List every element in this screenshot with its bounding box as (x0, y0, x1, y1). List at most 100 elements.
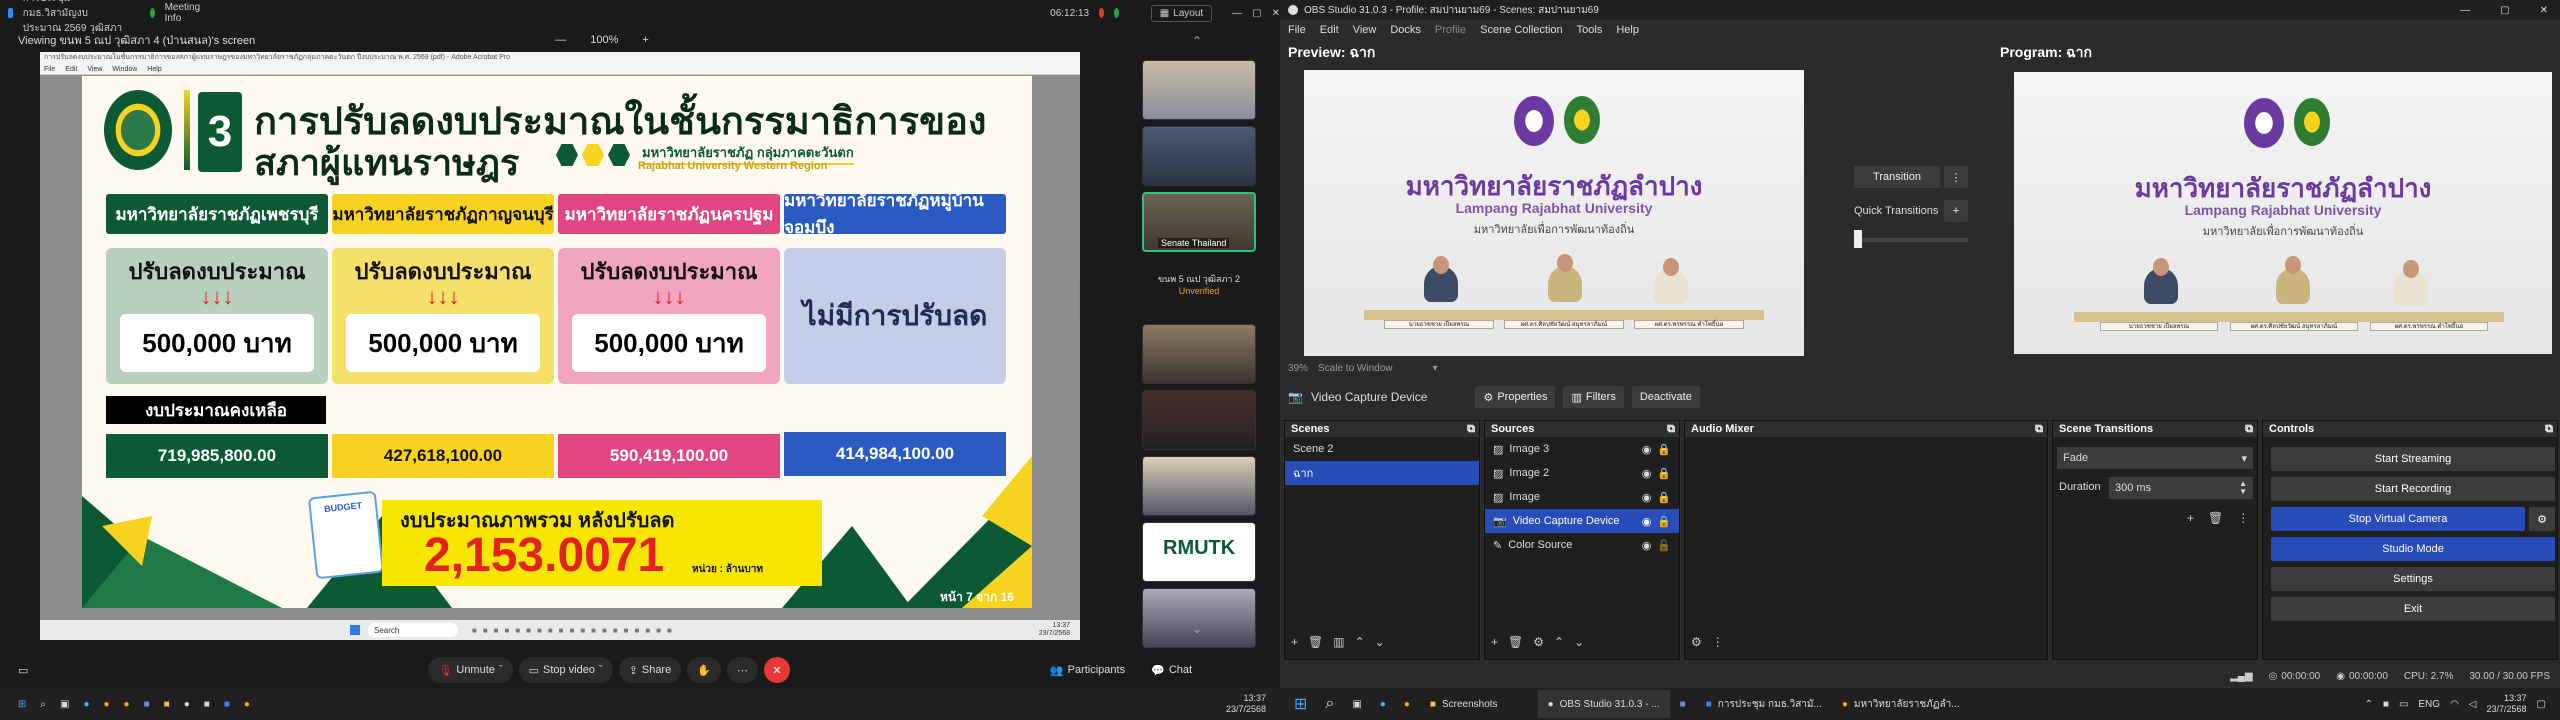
undock-icon[interactable]: ⧉ (2035, 421, 2043, 437)
transition-button[interactable]: Transition (1854, 166, 1940, 188)
scroll-up-icon[interactable]: ⌃ (1192, 34, 1202, 48)
start-recording-button[interactable]: Start Recording (2271, 477, 2555, 501)
scene-item-selected[interactable]: ฉาก (1285, 461, 1479, 485)
thumbnail-9[interactable] (1142, 588, 1256, 648)
lock-icon[interactable]: 🔒 (1657, 515, 1671, 528)
thumbnail-2[interactable] (1142, 126, 1256, 186)
spin-arrows-icon[interactable]: ▲ ▼ (2239, 480, 2247, 496)
menu-file[interactable]: File (1288, 24, 1306, 36)
thumbnail-rmutk[interactable]: RMUTK (1142, 522, 1256, 582)
vertical-ellipsis-icon[interactable]: ⋮ (2237, 511, 2249, 525)
scene-item-scene-2[interactable]: Scene 2 (1285, 437, 1479, 461)
trash-icon[interactable]: 🗑 (1308, 635, 1323, 649)
taskbar-clock[interactable]: 13:37 23/7/2568 (2487, 693, 2527, 715)
undock-icon[interactable]: ⧉ (1667, 421, 1675, 437)
add-icon[interactable]: + (1291, 635, 1298, 649)
trash-icon[interactable]: 🗑 (2208, 511, 2223, 525)
thumbnail-name-card[interactable]: ขนพ 5 ณป วุฒิสภา 2 Unverified (1142, 258, 1256, 318)
chrome-icon[interactable]: ● (1404, 699, 1410, 710)
settings-button[interactable]: Settings (2271, 567, 2555, 591)
edge-icon[interactable]: ● (1380, 699, 1386, 710)
close-icon[interactable]: ✕ (2540, 5, 2548, 16)
chevron-up-icon[interactable]: ⌃ (2365, 699, 2373, 710)
virtual-camera-settings-button[interactable]: ⚙ (2529, 507, 2555, 531)
add-icon[interactable]: + (1491, 635, 1498, 649)
lock-icon[interactable]: 🔒 (1657, 467, 1671, 480)
scale-to-window-select[interactable]: Scale to Window ▾ (1318, 363, 1438, 374)
acrobat-menu-file[interactable]: File (44, 64, 55, 74)
search-icon[interactable]: ⌕ (40, 699, 46, 710)
vertical-ellipsis-icon[interactable]: ⋮ (1712, 635, 1724, 649)
end-call-button[interactable]: ✕ (763, 657, 790, 683)
source-item-video-capture-device[interactable]: 📷 Video Capture Device ◉ 🔒 (1485, 509, 1679, 533)
acrobat-menu-view[interactable]: View (87, 64, 102, 74)
exit-button[interactable]: Exit (2271, 597, 2555, 621)
trash-icon[interactable]: 🗑 (1508, 635, 1523, 649)
move-down-icon[interactable]: ⌄ (1574, 635, 1584, 649)
undock-icon[interactable]: ⧉ (2545, 421, 2553, 437)
obs-icon[interactable]: ● (184, 699, 190, 710)
lock-icon[interactable]: 🔒 (1657, 491, 1671, 504)
taskbar-app-generic[interactable]: ■ (1670, 690, 1696, 718)
zoom-icon[interactable]: ■ (224, 699, 230, 710)
windows-start-icon[interactable]: ⊞ (1294, 694, 1307, 714)
teams-icon[interactable]: ■ (144, 699, 150, 710)
chrome-icon[interactable]: ● (244, 699, 250, 710)
stop-virtual-camera-button[interactable]: Stop Virtual Camera (2271, 507, 2525, 531)
meeting-info-icon[interactable] (149, 8, 155, 18)
layout-button[interactable]: ▦ Layout (1150, 4, 1213, 22)
minimize-icon[interactable]: — (1232, 8, 1242, 19)
tray-app-icon[interactable]: ■ (2383, 699, 2389, 710)
menu-edit[interactable]: Edit (1320, 24, 1339, 36)
zoom-level[interactable]: 100% (590, 34, 618, 46)
menu-help[interactable]: Help (1616, 24, 1639, 36)
taskbar-app-screenshots[interactable]: ■ Screenshots (1420, 690, 1508, 718)
thumbnail-6[interactable] (1142, 390, 1256, 450)
wifi-icon[interactable]: ◠ (2450, 699, 2459, 710)
unlock-icon[interactable]: 🔓 (1657, 539, 1671, 552)
menu-profile[interactable]: Profile (1435, 24, 1466, 36)
chat-button[interactable]: 💬 Chat (1141, 657, 1202, 683)
eye-icon[interactable]: ◉ (1642, 467, 1652, 480)
gear-icon[interactable]: ⚙ (1691, 635, 1702, 649)
maximize-icon[interactable]: ▢ (2500, 5, 2509, 16)
eye-icon[interactable]: ◉ (1642, 539, 1652, 552)
source-item-color-source[interactable]: ✎ Color Source ◉ 🔓 (1485, 533, 1679, 557)
lock-icon[interactable]: 🔒 (1657, 443, 1671, 456)
windows-start-icon[interactable]: ⊞ (18, 699, 26, 710)
acrobat-menu-edit[interactable]: Edit (65, 64, 77, 74)
taskbar-app-zoom[interactable]: ■ การประชุม กมธ.วิสามั... (1696, 690, 1832, 718)
properties-button[interactable]: ⚙ Properties (1475, 386, 1556, 408)
task-view-icon[interactable]: ▣ (60, 699, 69, 710)
acrobat-menu-help[interactable]: Help (147, 64, 161, 74)
transition-type-select[interactable]: Fade ▾ (2057, 447, 2253, 469)
acrobat-menu-window[interactable]: Window (112, 64, 137, 74)
participants-button[interactable]: 👥 Participants (1040, 657, 1135, 683)
filters-button[interactable]: ▥ Filters (1563, 386, 1624, 408)
eye-icon[interactable]: ◉ (1642, 443, 1652, 456)
windows-start-icon[interactable] (350, 625, 360, 635)
transition-slider-handle[interactable] (1854, 230, 1862, 248)
language-indicator[interactable]: ENG (2418, 699, 2440, 710)
zoom-plus-button[interactable]: + (642, 34, 648, 46)
edge-icon[interactable]: ● (83, 699, 89, 710)
app-icon[interactable]: ■ (204, 699, 210, 710)
transition-slider-track[interactable] (1854, 238, 1968, 242)
more-button[interactable]: ⋯ (726, 657, 758, 683)
stop-video-button[interactable]: ▭ Stop video ˇ (518, 657, 613, 683)
move-up-icon[interactable]: ⌃ (1355, 635, 1365, 649)
zoom-minus-button[interactable]: — (555, 34, 566, 46)
menu-view[interactable]: View (1353, 24, 1377, 36)
add-icon[interactable]: + (2187, 511, 2194, 525)
taskbar-app-chrome[interactable]: ● มหาวิทยาลัยราชภัฏลำ... (1832, 690, 1970, 718)
deactivate-button[interactable]: Deactivate (1631, 386, 1700, 408)
search-icon[interactable]: ⌕ (1325, 695, 1334, 713)
thumbnail-5[interactable] (1142, 324, 1256, 384)
files-icon[interactable]: ■ (164, 699, 170, 710)
chrome-icon[interactable]: ● (104, 699, 110, 710)
taskbar-app-obs[interactable]: ● OBS Studio 31.0.3 - ... (1537, 690, 1670, 718)
filter-icon[interactable]: ▥ (1333, 635, 1344, 649)
scroll-down-icon[interactable]: ⌄ (1192, 622, 1202, 636)
speaker-icon[interactable]: ◁ (2469, 699, 2477, 710)
task-view-icon[interactable]: ▣ (1352, 699, 1361, 710)
